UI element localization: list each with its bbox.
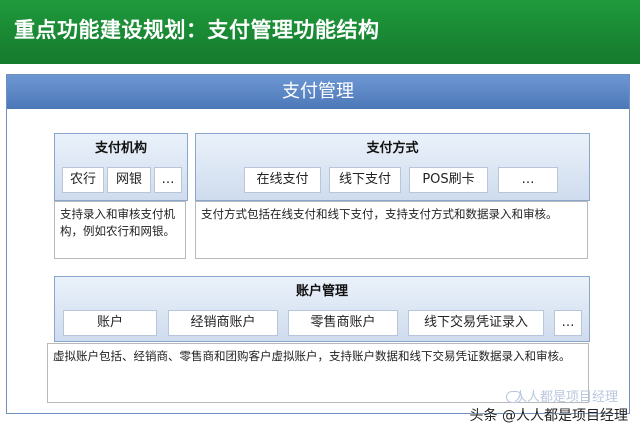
method-item-more[interactable]: … [498, 167, 558, 193]
institution-item-more[interactable]: … [154, 167, 182, 193]
payment-method-title: 支付方式 [366, 141, 419, 156]
payment-institution-title: 支付机构 [94, 141, 147, 156]
account-item-account[interactable]: 账户 [63, 310, 157, 336]
watermark-faded-text: 人人都是项目经理 [513, 390, 618, 405]
payment-management-frame: 支付管理 支付机构 农行 网银 … 支持录入和审核支付机构，例如农行和网银。 支… [6, 74, 630, 414]
page-title: 重点功能建设规划：支付管理功能结构 [14, 18, 380, 42]
payment-method-panel: 支付方式 在线支付 线下支付 POS刷卡 … [195, 133, 590, 201]
institution-item-abc[interactable]: 农行 [62, 167, 104, 193]
payment-institution-panel: 支付机构 农行 网银 … [54, 133, 188, 201]
frame-title: 支付管理 [7, 75, 629, 109]
title-bar: 重点功能建设规划：支付管理功能结构 [0, 0, 640, 64]
method-item-pos[interactable]: POS刷卡 [409, 167, 488, 193]
account-item-dealer[interactable]: 经销商账户 [168, 310, 278, 336]
account-item-retailer[interactable]: 零售商账户 [288, 310, 398, 336]
payment-institution-description: 支持录入和审核支付机构，例如农行和网银。 [54, 201, 186, 259]
payment-method-description: 支付方式包括在线支付和线下支付，支持支付方式和数据录入和审核。 [195, 201, 588, 259]
institution-item-online-bank[interactable]: 网银 [107, 167, 151, 193]
method-item-offline[interactable]: 线下支付 [329, 167, 401, 193]
account-management-panel: 账户管理 账户 经销商账户 零售商账户 线下交易凭证录入 … [54, 276, 590, 342]
watermark-text: 头条 @人人都是项目经理 [469, 408, 628, 424]
account-item-offline-voucher[interactable]: 线下交易凭证录入 [408, 310, 544, 336]
account-management-title: 账户管理 [295, 284, 348, 299]
account-item-more[interactable]: … [554, 310, 582, 336]
method-item-online[interactable]: 在线支付 [244, 167, 321, 193]
